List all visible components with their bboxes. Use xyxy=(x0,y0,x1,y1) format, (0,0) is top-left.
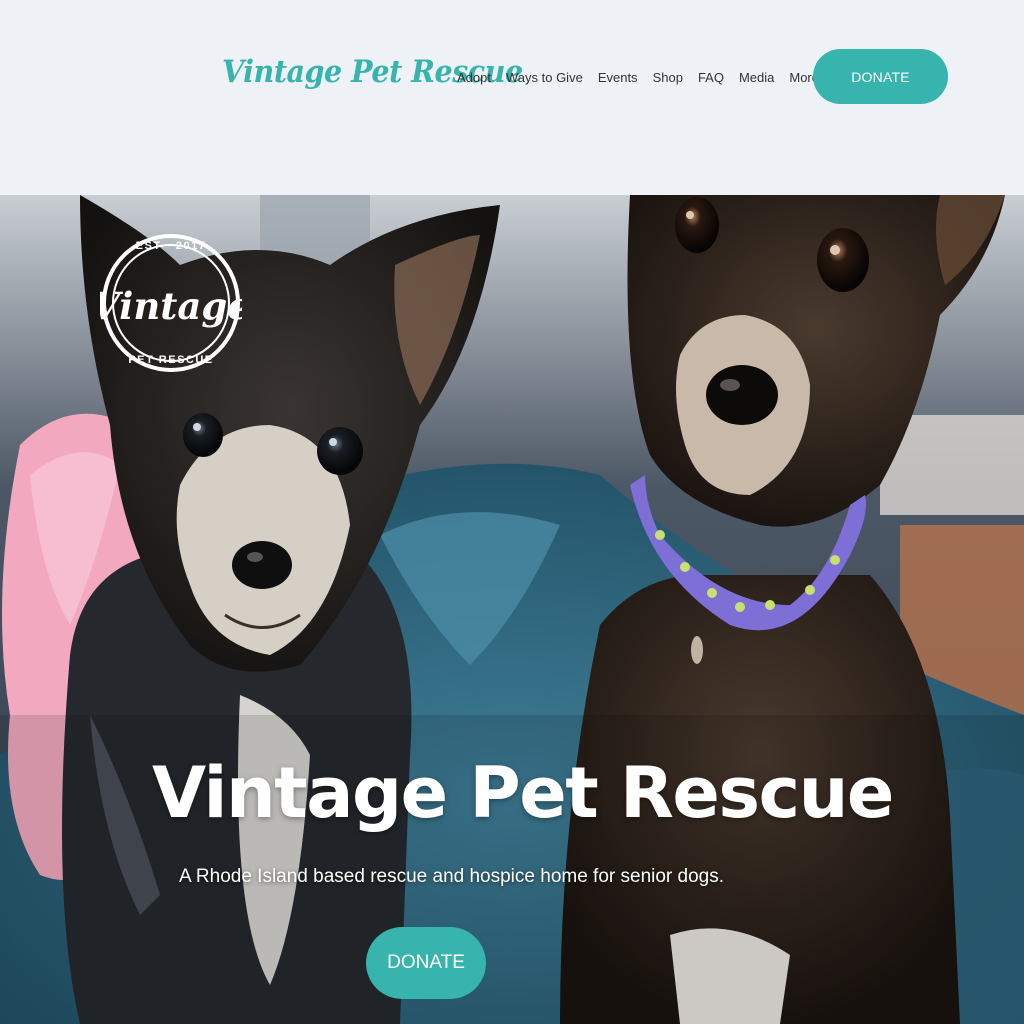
main-nav: Adopt Ways to Give Events Shop FAQ Media… xyxy=(457,70,834,85)
nav-item-events[interactable]: Events xyxy=(598,70,638,85)
site-header: Vintage Pet Rescue Adopt Ways to Give Ev… xyxy=(0,0,1024,195)
hero-title: Vintage Pet Rescue xyxy=(152,752,894,834)
nav-item-shop[interactable]: Shop xyxy=(653,70,683,85)
badge-graphic: EST · 2017 Vintage PET RESCUE xyxy=(91,234,251,372)
hero-donate-button[interactable]: DONATE xyxy=(366,927,486,999)
nav-item-ways-to-give[interactable]: Ways to Give xyxy=(506,70,583,85)
nav-item-adopt[interactable]: Adopt xyxy=(457,70,491,85)
hero-subtitle: A Rhode Island based rescue and hospice … xyxy=(179,866,725,887)
badge-script-text: Vintage xyxy=(100,284,242,328)
badge-est-text: EST · 2017 xyxy=(136,240,207,252)
badge-bottom-text: PET RESCUE xyxy=(128,354,213,366)
nav-item-media[interactable]: Media xyxy=(739,70,774,85)
header-donate-button[interactable]: DONATE xyxy=(813,49,948,104)
vintage-badge-logo: EST · 2017 Vintage PET RESCUE xyxy=(91,213,251,421)
nav-item-faq[interactable]: FAQ xyxy=(698,70,724,85)
